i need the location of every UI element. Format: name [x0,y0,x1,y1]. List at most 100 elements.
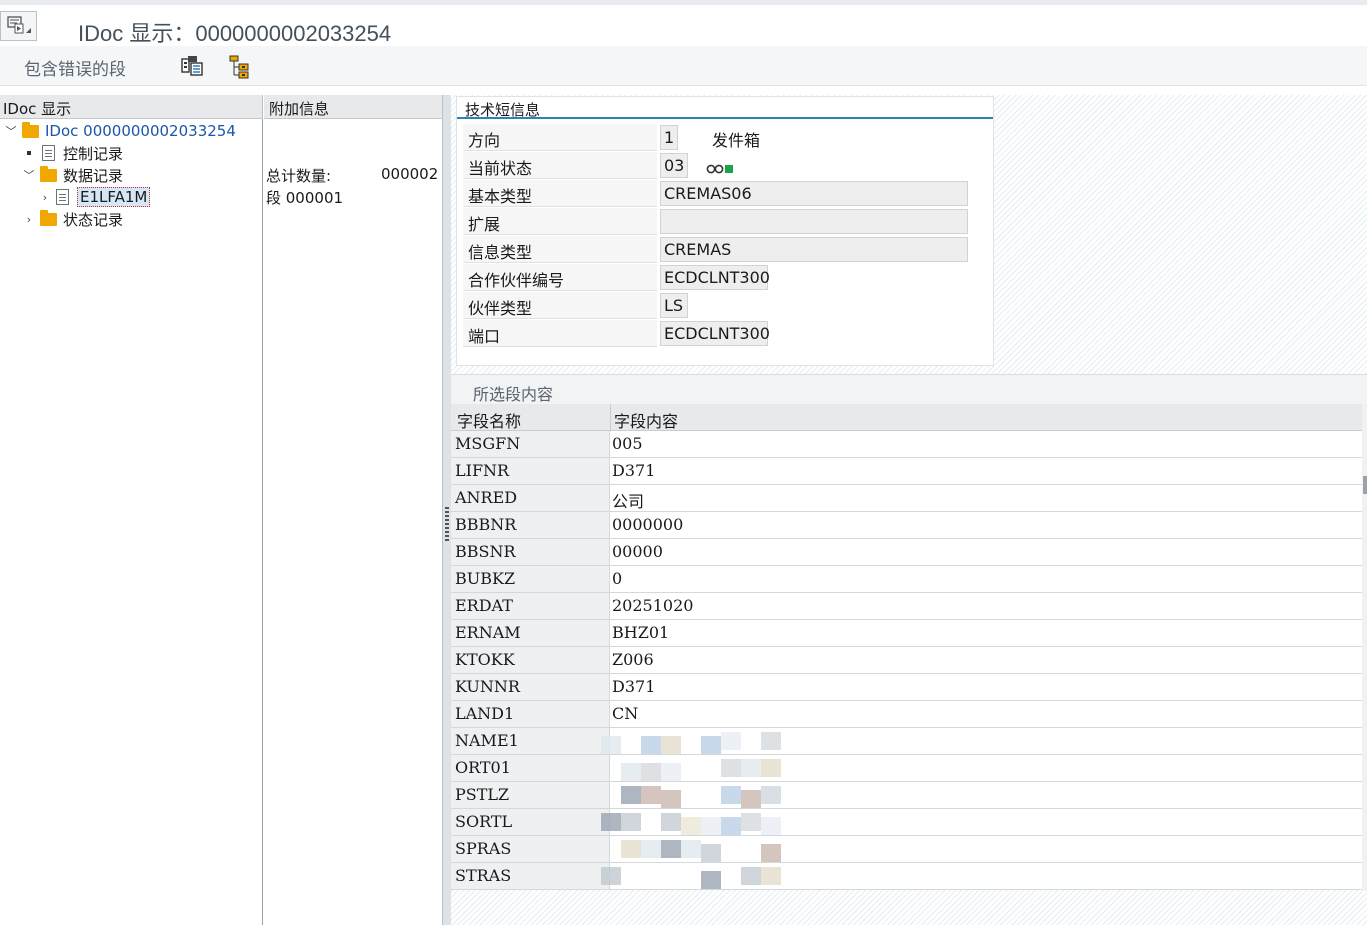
splitter-grip[interactable] [445,507,449,543]
pane-splitter[interactable] [442,95,451,925]
document-icon [56,189,69,205]
redacted-value [601,863,781,889]
table-row[interactable]: KUNNR D371 [451,674,1363,701]
field-name-cell: BBBNR [451,512,610,538]
redacted-value [601,782,781,808]
tree-header: IDoc 显示 [0,95,263,119]
tree-node-label[interactable]: 控制记录 [63,143,123,164]
tech-label: 端口 [463,320,657,347]
hierarchy-button[interactable] [228,54,254,80]
field-value-cell[interactable]: 20251020 [611,593,693,615]
tree-node-label[interactable]: 状态记录 [63,209,123,230]
field-name-cell: ERDAT [451,593,610,619]
tech-value-field: ECDCLNT300 [660,321,770,346]
tree-node-control-record[interactable]: 控制记录 [22,142,123,164]
table-row[interactable]: ORT01 [451,755,1363,782]
table-row[interactable]: MSGFN 005 [451,431,1363,458]
table-row[interactable]: KTOKK Z006 [451,647,1363,674]
table-row[interactable]: PSTLZ [451,782,1363,809]
tech-row: 伙伴类型 LS [463,292,993,320]
tree-node-data-records[interactable]: ﹀ 数据记录 [22,164,123,186]
redacted-value [601,728,781,754]
vertical-scrollbar[interactable] [1362,404,1367,891]
table-header: 字段名称 字段内容 [451,404,1363,431]
additional-info-pane: 附加信息 总计数量: 000002 段 000001 [264,95,442,925]
field-value-cell[interactable]: BHZ01 [611,620,669,642]
table-row[interactable]: NAME1 [451,728,1363,755]
field-name-cell: SPRAS [451,836,610,862]
segment-content-title: 所选段内容 [473,385,554,404]
column-header-field-name[interactable]: 字段名称 [457,408,521,432]
bullet-icon [27,151,31,155]
scrollbar-thumb[interactable] [1363,476,1367,494]
folder-icon [22,121,39,138]
field-value-cell[interactable]: D371 [611,674,655,696]
field-name-cell: LAND1 [451,701,610,727]
total-count-value: 000002 [381,165,439,183]
field-name-cell: BBSNR [451,539,610,565]
hierarchy-icon [229,55,249,79]
segment-fields-table: 字段名称 字段内容 MSGFN 005 LIFNR D371 ANRED 公司 BBBNR 0… [451,404,1363,890]
tree-node-label[interactable]: 数据记录 [63,165,123,186]
menu-button[interactable] [0,11,37,41]
table-row[interactable]: BBBNR 0000000 [451,512,1363,539]
status-traffic-light-icon [706,160,738,174]
tech-value-field: LS [660,293,688,318]
tech-label: 扩展 [463,208,657,235]
table-row[interactable]: BBSNR 00000 [451,539,1363,566]
tech-value-field: 03 [660,153,688,178]
chevron-right-icon[interactable]: › [22,212,36,226]
segments-with-errors-button[interactable]: 包含错误的段 [24,55,126,80]
toolbar: 包含错误的段 [0,46,1367,86]
technical-info-title: 技术短信息 [457,97,993,119]
tree-node-label-selected[interactable]: E1LFA1M [77,187,151,207]
field-name-cell: PSTLZ [451,782,610,808]
field-value-cell[interactable]: 0 [611,566,622,588]
field-value-cell[interactable]: 0000000 [611,512,683,534]
menu-icon [6,16,31,34]
direction-text: 发件箱 [712,131,761,150]
tech-value-field: 1 [660,125,678,150]
tech-row: 方向 1 发件箱 [463,124,993,152]
chevron-down-icon[interactable]: ﹀ [22,168,36,182]
table-row[interactable]: ERDAT 20251020 [451,593,1363,620]
table-row[interactable]: SPRAS [451,836,1363,863]
tech-value-field [660,209,968,234]
field-name-cell: MSGFN [451,431,610,457]
table-row[interactable]: LAND1 CN [451,701,1363,728]
field-value-cell[interactable]: 00000 [611,539,663,561]
tree-node-status-records[interactable]: › 状态记录 [22,208,123,230]
field-value-cell[interactable]: 005 [611,431,643,453]
tree-node-label[interactable]: IDoc 0000000002033254 [45,122,236,140]
field-name-cell: ERNAM [451,620,610,646]
table-row[interactable]: ANRED 公司 [451,485,1363,512]
tech-row: 当前状态 03 [463,152,993,180]
field-value-cell[interactable]: Z006 [611,647,654,669]
table-row[interactable]: STRAS [451,863,1363,890]
tree-node-segment[interactable]: › E1LFA1M [38,186,151,208]
display-details-icon [181,56,203,76]
display-details-button[interactable] [180,54,206,78]
chevron-right-icon[interactable]: › [38,190,52,204]
tech-label: 基本类型 [463,180,657,207]
tech-row: 扩展 [463,208,993,236]
segment-content-bar: 所选段内容 [451,374,1367,404]
redacted-value [601,809,781,835]
segment-number: 段 000001 [266,189,344,207]
tech-value-field: CREMAS [660,237,968,262]
field-value-cell[interactable]: CN [611,701,638,723]
field-value-cell[interactable]: 公司 [611,485,644,512]
table-row[interactable]: LIFNR D371 [451,458,1363,485]
chevron-down-icon[interactable]: ﹀ [4,124,18,138]
tree-node-idoc[interactable]: ﹀ IDoc 0000000002033254 [4,120,236,142]
redacted-value [601,836,781,862]
tech-label: 当前状态 [463,152,657,179]
tech-row: 端口 ECDCLNT300 [463,320,993,348]
field-value-cell[interactable]: D371 [611,458,655,480]
page-title: IDoc 显示：0000000002033254 [78,21,392,46]
table-row[interactable]: BUBKZ 0 [451,566,1363,593]
redacted-value [601,755,781,781]
table-row[interactable]: ERNAM BHZ01 [451,620,1363,647]
table-row[interactable]: SORTL [451,809,1363,836]
column-header-field-value[interactable]: 字段内容 [614,408,678,432]
